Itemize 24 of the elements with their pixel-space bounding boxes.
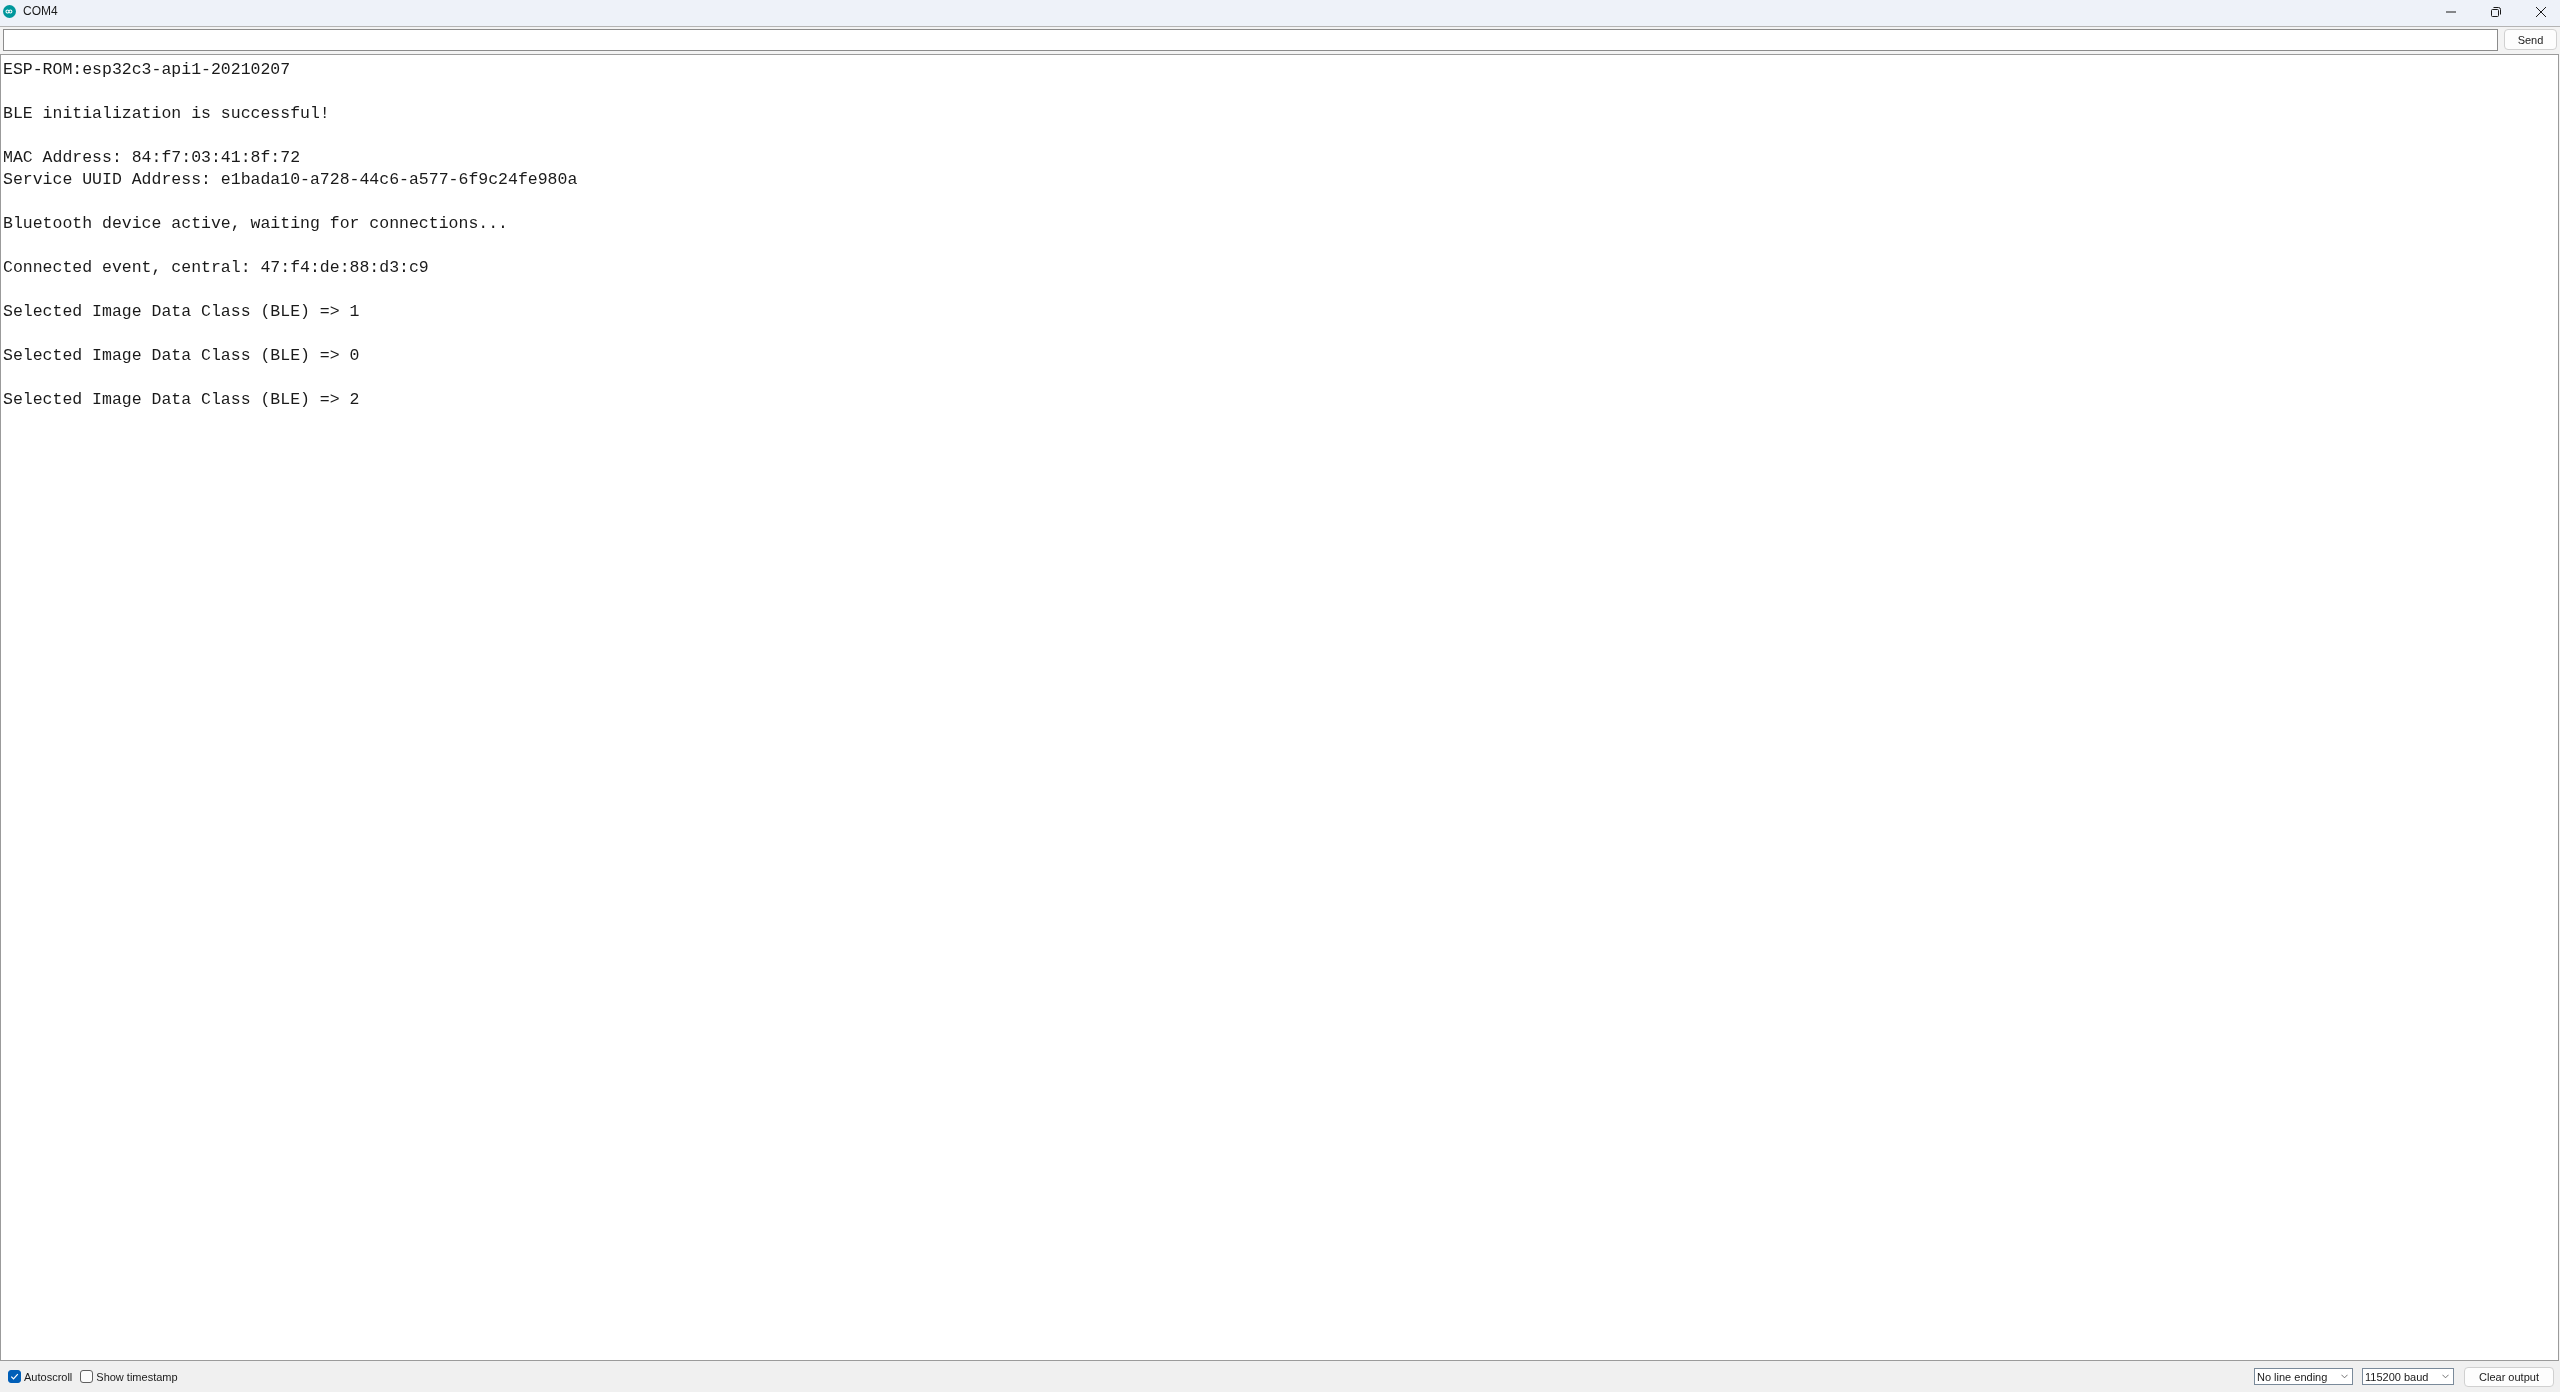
close-icon[interactable] <box>2536 7 2546 17</box>
clear-output-button[interactable]: Clear output <box>2464 1366 2554 1387</box>
output-line: Service UUID Address: e1bada10-a728-44c6-a577-6f9c24fe980a <box>3 169 578 191</box>
checkbox[interactable] <box>80 1370 94 1383</box>
output-line: Bluetooth device active, waiting for connections... <box>3 213 508 235</box>
checkbox[interactable] <box>8 1370 21 1383</box>
restore-icon[interactable] <box>2491 7 2501 17</box>
caret-icon <box>2341 1374 2348 1379</box>
output-line: Connected event, central: 47:f4:de:88:d3:c9 <box>3 257 429 279</box>
checkbox-label[interactable]: Show timestamp <box>96 1370 178 1383</box>
output-line: Selected Image Data Class (BLE) => 1 <box>3 301 360 323</box>
output-line: BLE initialization is successful! <box>3 103 330 125</box>
infinity-logo-icon <box>3 5 16 18</box>
message-input-field[interactable] <box>3 28 2498 51</box>
line-ending-dropdown[interactable]: No line ending <box>2254 1368 2353 1385</box>
output-line: MAC Address: 84:f7:03:41:8f:72 <box>3 147 301 169</box>
window-title: COM4 <box>23 4 58 18</box>
send-button[interactable]: Send <box>2504 29 2557 50</box>
checkbox-label[interactable]: Autoscroll <box>24 1370 73 1383</box>
caret-icon <box>2442 1374 2449 1379</box>
baud-rate-dropdown[interactable]: 115200 baud <box>2362 1368 2454 1385</box>
output-line: ESP-ROM:esp32c3-api1-20210207 <box>3 59 291 81</box>
output-line: Selected Image Data Class (BLE) => 0 <box>3 345 360 367</box>
output-line: Selected Image Data Class (BLE) => 2 <box>3 389 360 411</box>
